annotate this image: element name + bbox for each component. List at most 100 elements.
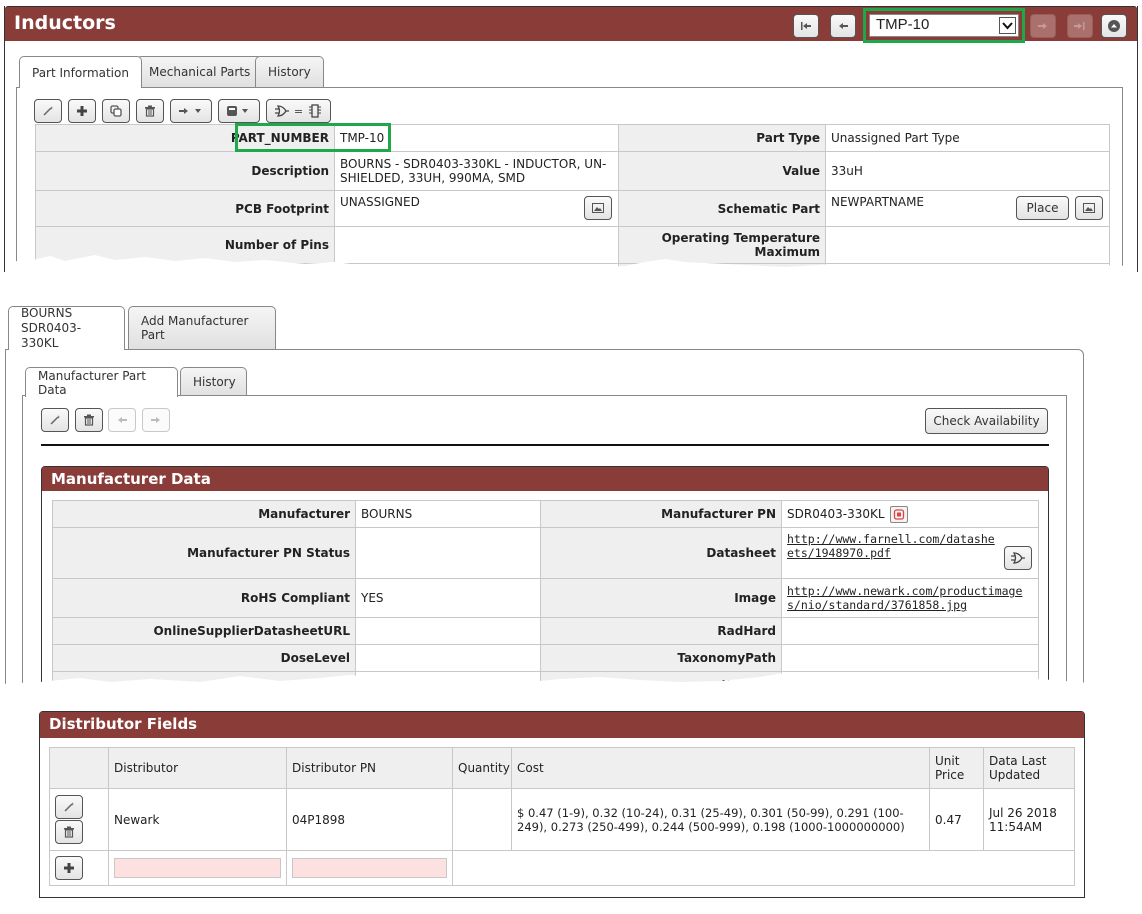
delete-distributor-button[interactable] (55, 820, 83, 844)
delete-button[interactable] (136, 99, 164, 123)
manufacturer-data-table: Manufacturer BOURNS Manufacturer PN SDR0… (52, 500, 1039, 690)
pencil-icon (43, 106, 53, 116)
record-select[interactable]: TMP-10 (869, 14, 1019, 37)
new-distributor-pn-input[interactable] (292, 858, 447, 878)
manufacturer-value: BOURNS (355, 500, 541, 528)
first-record-button[interactable] (793, 14, 819, 38)
description-label: Description (35, 151, 335, 191)
description-value: BOURNS - SDR0403-330KL - INDUCTOR, UN-SH… (334, 151, 619, 191)
edit-manufacturer-button[interactable] (41, 408, 69, 432)
datasheet-cell: http://www.farnell.com/datasheets/194897… (781, 527, 1039, 579)
new-row-empty-cell (452, 850, 1075, 886)
new-distributor-row (49, 850, 1075, 886)
schematic-part-value: NEWPARTNAME (831, 195, 925, 209)
image-icon (592, 203, 604, 213)
add-distributor-button[interactable] (55, 856, 83, 880)
table-row: Manufacturer BOURNS Manufacturer PN SDR0… (52, 500, 1039, 528)
dose-level-value (355, 644, 541, 672)
save-menu-button[interactable] (218, 99, 260, 123)
tab-mfr-history[interactable]: History (180, 367, 247, 396)
taxonomy-path-value (781, 644, 1039, 672)
previous-manufacturer-button[interactable] (108, 408, 136, 432)
part-type-label: Part Type (618, 124, 826, 152)
table-row: RoHS Compliant YES Image http://www.newa… (52, 578, 1039, 618)
chevron-up-circle-icon (1108, 20, 1120, 32)
distributor-table: Distributor Distributor PN Quantity Cost… (49, 747, 1075, 886)
footprint-preview-button[interactable] (584, 196, 612, 220)
datasheet-link[interactable]: http://www.farnell.com/datasheets/194897… (787, 532, 995, 560)
online-supplier-datasheet-url-value (355, 617, 541, 645)
manufacturer-lookup-button[interactable] (890, 505, 909, 523)
schematic-part-label: Schematic Part (618, 190, 826, 227)
table-row: PART_NUMBER TMP-10 Part Type Unassigned … (35, 124, 1110, 152)
record-select-value: TMP-10 (876, 16, 930, 33)
taxonomy-path-label: TaxonomyPath (540, 644, 782, 672)
next-record-button[interactable] (1030, 14, 1056, 38)
table-header-row: Distributor Distributor PN Quantity Cost… (49, 747, 1075, 789)
tab-part-information[interactable]: Part Information (19, 56, 142, 88)
plus-icon (64, 863, 74, 873)
copy-icon (110, 105, 122, 117)
move-menu-button[interactable] (170, 99, 212, 123)
copy-button[interactable] (102, 99, 130, 123)
distributor-fields-title: Distributor Fields (40, 712, 1084, 738)
part-info-table: PART_NUMBER TMP-10 Part Type Unassigned … (35, 124, 1110, 272)
manufacturer-pn-cell: SDR0403-330KL (781, 500, 1039, 528)
part-panel: Inductors TMP-10 Part Information Mechan (4, 6, 1138, 272)
delete-manufacturer-button[interactable] (75, 408, 103, 432)
edit-distributor-button[interactable] (55, 795, 83, 819)
tab-manufacturer-part[interactable]: BOURNS SDR0403-330KL (8, 306, 125, 350)
manufacturer-pn-value: SDR0403-330KL (787, 506, 885, 521)
edit-button[interactable] (34, 99, 62, 123)
tab-add-manufacturer-part[interactable]: Add Manufacturer Part (128, 306, 276, 350)
manufacturer-pn-label: Manufacturer PN (540, 500, 782, 528)
column-header-distributor-pn: Distributor PN (286, 747, 453, 789)
part-number-value: TMP-10 (334, 124, 619, 152)
image-cell: http://www.newark.com/productimages/nio/… (781, 578, 1039, 618)
online-supplier-datasheet-url-label: OnlineSupplierDatasheetURL (52, 617, 356, 645)
symbol-footprint-link-button[interactable]: = (266, 99, 331, 123)
rohs-compliant-label: RoHS Compliant (52, 578, 356, 618)
tab-manufacturer-part-data[interactable]: Manufacturer Part Data (25, 367, 178, 397)
radhard-value (781, 617, 1039, 645)
distributor-unit-price: 0.47 (929, 788, 984, 851)
table-row: Manufacturer PN Status Datasheet http://… (52, 527, 1039, 579)
collapse-button[interactable] (1101, 14, 1127, 38)
part-number-label: PART_NUMBER (35, 124, 335, 152)
new-distributor-cell (108, 850, 287, 886)
column-header-unit-price: Unit Price (929, 747, 984, 789)
page-title: Inductors (14, 12, 116, 34)
last-record-button[interactable] (1067, 14, 1093, 38)
arrow-left-icon (839, 23, 848, 29)
place-button[interactable]: Place (1016, 196, 1069, 220)
pencil-icon (64, 802, 74, 812)
chevron-down-icon[interactable] (999, 17, 1016, 34)
value-label: Value (618, 151, 826, 191)
radhard-label: RadHard (540, 617, 782, 645)
add-button[interactable] (68, 99, 96, 123)
value-value: 33uH (825, 151, 1110, 191)
check-availability-button[interactable]: Check Availability (925, 408, 1048, 434)
row-actions-cell (49, 788, 109, 851)
tab-mechanical-parts[interactable]: Mechanical Parts (136, 56, 264, 87)
previous-record-button[interactable] (830, 14, 856, 38)
tab-history[interactable]: History (255, 56, 324, 87)
torn-edge (5, 255, 1137, 272)
arrow-left-icon (118, 417, 127, 423)
image-label: Image (540, 578, 782, 618)
new-distributor-input[interactable] (114, 858, 281, 878)
datasheet-symbol-button[interactable] (1004, 546, 1032, 570)
pcb-footprint-cell: UNASSIGNED (334, 190, 619, 227)
column-header-actions (49, 747, 109, 789)
table-row: DoseLevel TaxonomyPath (52, 644, 1039, 672)
torn-edge (0, 672, 1142, 690)
part-type-value: Unassigned Part Type (825, 124, 1110, 152)
arrow-right-icon (151, 417, 160, 423)
column-header-quantity: Quantity (452, 747, 512, 789)
next-manufacturer-button[interactable] (142, 408, 170, 432)
image-link[interactable]: http://www.newark.com/productimages/nio/… (787, 584, 1022, 612)
image-icon (1083, 203, 1095, 213)
trash-icon (64, 826, 74, 838)
schematic-preview-button[interactable] (1075, 196, 1103, 220)
table-row: PCB Footprint UNASSIGNED Schematic Part … (35, 190, 1110, 227)
